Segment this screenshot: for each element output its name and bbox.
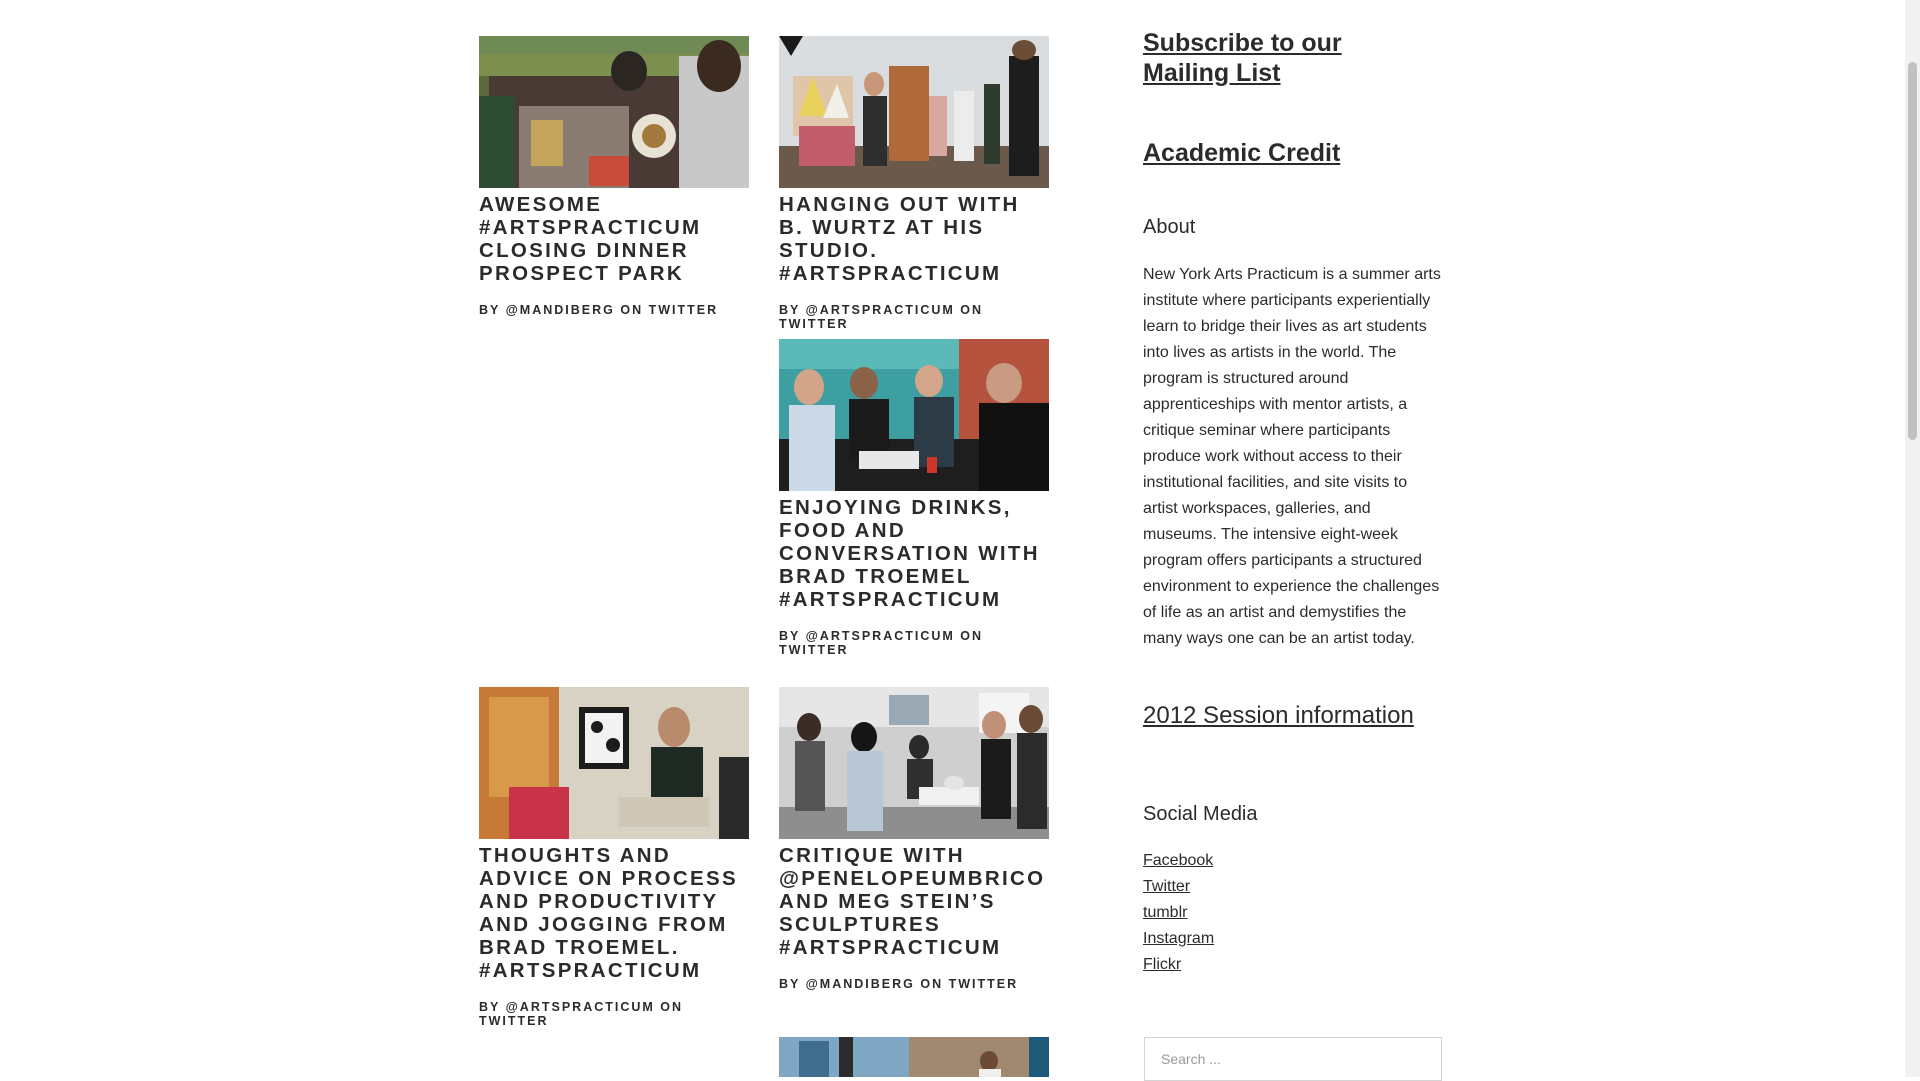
page-scrollbar[interactable] [1905, 0, 1920, 1077]
academic-credit-link[interactable]: Academic Credit [1143, 138, 1445, 168]
post-thumbnail-critique-group[interactable] [779, 687, 1049, 839]
scrollbar-thumb[interactable] [1908, 62, 1917, 440]
social-media-heading: Social Media [1143, 803, 1258, 825]
post-byline: BY @ARTSPRACTICUM ON TWITTER [779, 629, 984, 657]
social-links: Facebook Twitter tumblr Instagram Flickr [1143, 848, 1445, 978]
post-byline: BY @ARTSPRACTICUM ON TWITTER [479, 1000, 684, 1028]
post-byline: BY @ARTSPRACTICUM ON TWITTER [779, 303, 984, 331]
post-byline: BY @MANDIBERG ON TWITTER [479, 303, 719, 317]
social-list-item: tumblr [1143, 900, 1445, 926]
subscribe-link[interactable]: Subscribe to our Mailing List [1143, 28, 1433, 88]
social-list-item: Twitter [1143, 874, 1445, 900]
twitter-link[interactable]: Twitter [1143, 878, 1190, 895]
social-list-item: Flickr [1143, 952, 1445, 978]
sidebar: Subscribe to our Mailing List Academic C… [1143, 28, 1445, 978]
post-title[interactable]: CRITIQUE WITH @PENELOPEUMBRICO AND MEG S… [779, 844, 1049, 959]
post-thumbnail-man-seated[interactable] [479, 687, 749, 839]
post-item: HANGING OUT WITH B. WURTZ AT HIS STUDIO.… [779, 36, 1049, 331]
about-text: New York Arts Practicum is a summer arts… [1143, 266, 1441, 647]
post-thumbnail-classroom[interactable] [779, 1037, 1049, 1077]
social-list-item: Facebook [1143, 848, 1445, 874]
about-heading: About [1143, 216, 1196, 238]
post-thumbnail-drinks-patio[interactable] [779, 339, 1049, 491]
post-item [779, 1037, 1049, 1077]
session-info-link[interactable]: 2012 Session information [1143, 702, 1445, 730]
page: AWESOME #ARTSPRACTICUM CLOSING DINNER PR… [0, 0, 1920, 1081]
post-byline: BY @MANDIBERG ON TWITTER [779, 977, 1019, 991]
post-item: CRITIQUE WITH @PENELOPEUMBRICO AND MEG S… [779, 687, 1049, 991]
post-item: THOUGHTS AND ADVICE ON PROCESS AND PRODU… [479, 687, 749, 1028]
post-title[interactable]: ENJOYING DRINKS, FOOD AND CONVERSATION W… [779, 496, 1049, 611]
post-title[interactable]: AWESOME #ARTSPRACTICUM CLOSING DINNER PR… [479, 193, 749, 285]
search-form [1144, 1037, 1442, 1081]
post-title[interactable]: THOUGHTS AND ADVICE ON PROCESS AND PRODU… [479, 844, 749, 982]
facebook-link[interactable]: Facebook [1143, 852, 1213, 869]
post-title[interactable]: HANGING OUT WITH B. WURTZ AT HIS STUDIO.… [779, 193, 1049, 285]
post-item: AWESOME #ARTSPRACTICUM CLOSING DINNER PR… [479, 36, 749, 317]
flickr-link[interactable]: Flickr [1143, 956, 1181, 973]
social-list-item: Instagram [1143, 926, 1445, 952]
post-thumbnail-picnic-dinner[interactable] [479, 36, 749, 188]
search-input[interactable] [1145, 1038, 1441, 1080]
post-thumbnail-studio-visit[interactable] [779, 36, 1049, 188]
post-item: ENJOYING DRINKS, FOOD AND CONVERSATION W… [779, 339, 1049, 657]
tumblr-link[interactable]: tumblr [1143, 904, 1187, 921]
instagram-link[interactable]: Instagram [1143, 930, 1214, 947]
